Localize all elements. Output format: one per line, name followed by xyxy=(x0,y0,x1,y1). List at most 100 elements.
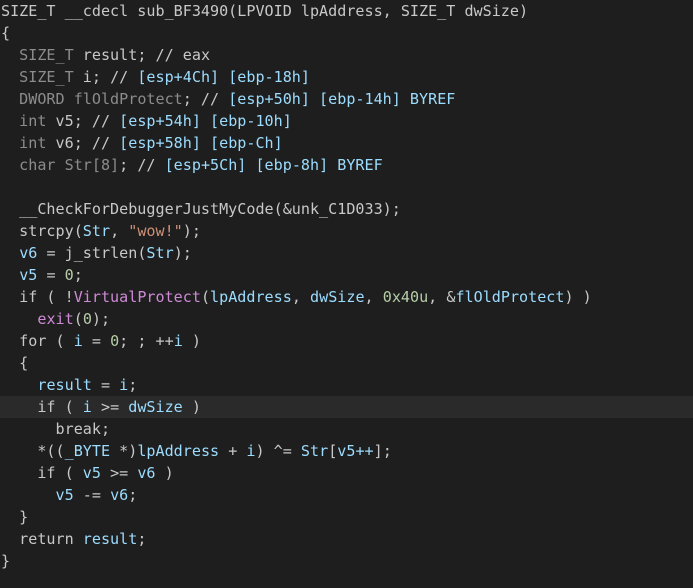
code-token: ; // xyxy=(182,90,229,108)
code-token: *(( xyxy=(1,442,65,460)
code-line[interactable]: } xyxy=(0,506,693,528)
code-token: ); xyxy=(173,244,192,262)
code-line[interactable]: return result; xyxy=(0,528,693,550)
code-token: i xyxy=(173,332,183,350)
code-line[interactable]: { xyxy=(0,352,693,374)
code-line[interactable]: if ( v5 >= v6 ) xyxy=(0,462,693,484)
code-token: , xyxy=(110,222,129,240)
code-token: ) xyxy=(182,398,201,416)
code-token: 0 xyxy=(64,266,74,284)
code-token: if ( xyxy=(1,464,83,482)
code-token: v5 xyxy=(82,464,101,482)
code-token: v6 xyxy=(110,486,129,504)
code-token: dwSize xyxy=(310,288,365,306)
code-token: = j_strlen( xyxy=(37,244,147,262)
code-token: [esp+50h] [ebp-14h] BYREF xyxy=(228,90,456,108)
code-token: ]; xyxy=(373,442,392,460)
code-line[interactable]: __CheckForDebuggerJustMyCode(&unk_C1D033… xyxy=(0,198,693,220)
code-token: ; // eax xyxy=(137,46,211,64)
code-token: v6 xyxy=(55,134,74,152)
code-token: for ( xyxy=(1,332,74,350)
code-token: 0 xyxy=(82,310,92,328)
code-token: lpAddress xyxy=(137,442,220,460)
code-token: dwSize xyxy=(128,398,183,416)
code-line[interactable]: DWORD flOldProtect; // [esp+50h] [ebp-14… xyxy=(0,88,693,110)
code-line[interactable]: *((_BYTE *)lpAddress + i) ^= Str[v5++]; xyxy=(0,440,693,462)
code-token: v5++ xyxy=(337,442,374,460)
code-line[interactable]: SIZE_T result; // eax xyxy=(0,44,693,66)
code-line[interactable]: SIZE_T i; // [esp+4Ch] [ebp-18h] xyxy=(0,66,693,88)
code-token: { xyxy=(1,354,29,372)
code-token: v5 xyxy=(19,266,38,284)
pseudocode-editor[interactable]: SIZE_T __cdecl sub_BF3490(LPVOID lpAddre… xyxy=(0,0,693,588)
code-token: ; xyxy=(137,530,147,548)
code-token: , xyxy=(364,288,383,306)
code-line[interactable]: v6 = j_strlen(Str); xyxy=(0,242,693,264)
code-token: if ( ! xyxy=(1,288,74,306)
code-line[interactable]: if ( !VirtualProtect(lpAddress, dwSize , … xyxy=(0,286,693,308)
code-token: ) xyxy=(155,464,174,482)
code-token: if ( xyxy=(1,398,83,416)
code-token: *) xyxy=(110,442,138,460)
code-line[interactable]: if ( i >= dwSize ) xyxy=(0,396,693,418)
code-token: ) ^= xyxy=(255,442,301,460)
code-token: >= xyxy=(91,398,129,416)
code-token: } xyxy=(1,552,11,570)
code-token: [esp+5Ch] [ebp-8h] BYREF xyxy=(164,156,383,174)
code-line[interactable]: int v6; // [esp+58h] [ebp-Ch] xyxy=(0,132,693,154)
code-token: } xyxy=(1,508,29,526)
code-line[interactable]: result = i; xyxy=(0,374,693,396)
code-line[interactable]: v5 -= v6; xyxy=(0,484,693,506)
code-token: char xyxy=(1,156,65,174)
code-line[interactable]: v5 = 0; xyxy=(0,264,693,286)
code-token: i xyxy=(119,376,129,394)
code-line[interactable]: { xyxy=(0,22,693,44)
code-token: v6 xyxy=(19,244,38,262)
code-token: = xyxy=(37,266,65,284)
code-token: i xyxy=(73,332,83,350)
code-token: SIZE_T __cdecl sub_BF3490(LPVOID lpAddre… xyxy=(1,2,529,20)
code-token: 0 xyxy=(110,332,120,350)
code-token: { xyxy=(1,24,11,42)
code-token: ; // xyxy=(119,156,165,174)
code-token: v6 xyxy=(137,464,156,482)
code-token: ( xyxy=(73,310,83,328)
code-line[interactable]: } xyxy=(0,550,693,572)
code-token: [esp+54h] [ebp-10h] xyxy=(119,112,292,130)
code-token: result xyxy=(82,530,138,548)
code-token: _BYTE xyxy=(64,442,111,460)
code-token: break; xyxy=(1,420,111,438)
code-line[interactable]: strcpy(Str, "wow!"); xyxy=(0,220,693,242)
code-token: return xyxy=(1,530,83,548)
code-token: ; ; ++ xyxy=(119,332,174,350)
code-token: result xyxy=(37,376,92,394)
code-token: [ xyxy=(328,442,338,460)
code-token: SIZE_T xyxy=(1,68,83,86)
code-token: Str xyxy=(146,244,174,262)
code-token: , xyxy=(291,288,311,306)
code-token: strcpy( xyxy=(1,222,83,240)
code-line[interactable] xyxy=(0,176,693,198)
code-token: ; // xyxy=(73,112,120,130)
code-token: ( xyxy=(200,288,211,306)
code-token: >= xyxy=(100,464,138,482)
code-token: i xyxy=(82,68,92,86)
code-line[interactable]: for ( i = 0; ; ++i ) xyxy=(0,330,693,352)
code-line[interactable]: int v5; // [esp+54h] [ebp-10h] xyxy=(0,110,693,132)
code-line[interactable]: char Str[8]; // [esp+5Ch] [ebp-8h] BYREF xyxy=(0,154,693,176)
code-line[interactable]: exit(0); xyxy=(0,308,693,330)
code-line[interactable]: break; xyxy=(0,418,693,440)
code-token: i xyxy=(82,398,92,416)
code-token: ; xyxy=(128,486,138,504)
code-token: ); xyxy=(182,222,201,240)
code-token: = xyxy=(91,376,120,394)
code-token: ; // xyxy=(91,68,138,86)
code-token: 0x40u xyxy=(382,288,429,306)
code-token: VirtualProtect xyxy=(73,288,201,306)
code-token: exit xyxy=(37,310,74,328)
code-token: v5 xyxy=(55,112,74,130)
code-line[interactable]: SIZE_T __cdecl sub_BF3490(LPVOID lpAddre… xyxy=(0,0,693,22)
code-token: __CheckForDebuggerJustMyCode(&unk_C1D033… xyxy=(1,200,401,218)
